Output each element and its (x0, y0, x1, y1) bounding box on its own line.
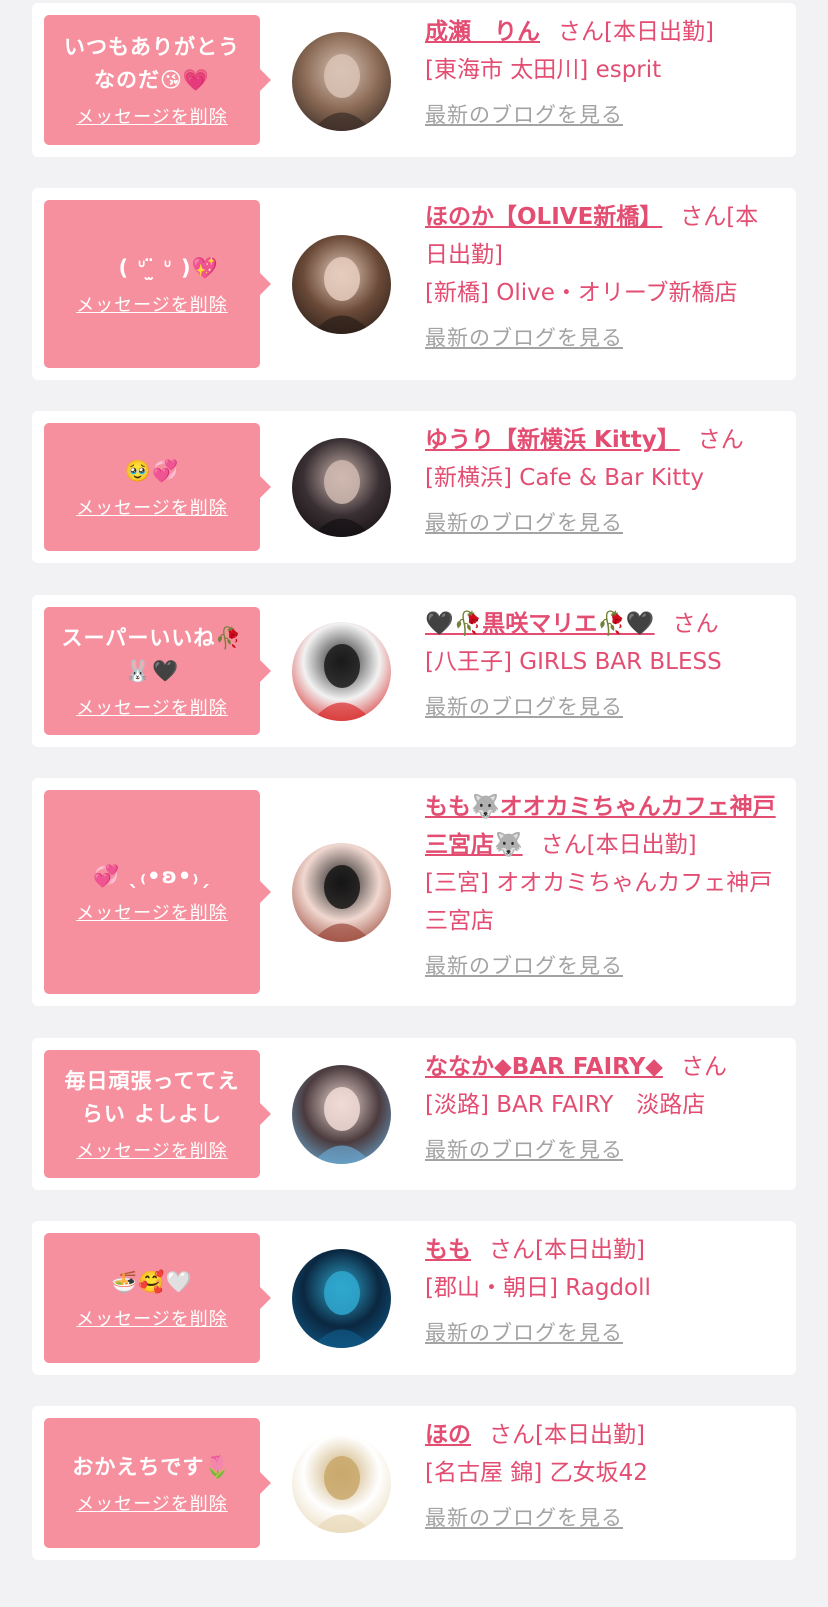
cast-name-line: もも さん[本日出勤] (425, 1231, 780, 1269)
cast-info: 🖤🥀黒咲マリエ🥀🖤 さん [八王子] GIRLS BAR BLESS 最新のブログ… (425, 605, 780, 721)
latest-blog-link[interactable]: 最新のブログを見る (425, 1317, 623, 1347)
message-bubble: いつもありがとうなのだ😘💗 メッセージを削除 (44, 15, 271, 145)
avatar[interactable] (292, 32, 391, 131)
delete-message-link[interactable]: メッセージを削除 (76, 103, 228, 129)
honorific: さん (489, 1422, 535, 1448)
avatar[interactable] (292, 843, 391, 942)
message-bubble: 毎日頑張っててえらい よしよし メッセージを削除 (44, 1050, 271, 1178)
cast-name-line: ほのか【OLIVE新橋】 さん[本日出勤] (425, 198, 780, 274)
message-bubble: スーパーいいね🥀🐰🖤 メッセージを削除 (44, 607, 271, 735)
latest-blog-link[interactable]: 最新のブログを見る (425, 950, 623, 980)
delete-message-link[interactable]: メッセージを削除 (76, 694, 228, 720)
cast-name-line: ななか◆BAR FAIRY◆ さん (425, 1048, 780, 1086)
latest-blog-link[interactable]: 最新のブログを見る (425, 691, 623, 721)
avatar[interactable] (292, 235, 391, 334)
avatar[interactable] (292, 438, 391, 537)
message-text: 🍜🥰🤍 (111, 1269, 193, 1294)
cast-name-link[interactable]: ほのか【OLIVE新橋】 (425, 204, 662, 230)
attendance-status: [本日出勤] (535, 1237, 645, 1263)
cast-name-link[interactable]: もも (425, 1237, 471, 1263)
cast-name-line: 成瀬 りん さん[本日出勤] (425, 13, 780, 51)
message-text: 毎日頑張っててえらい よしよし (64, 1069, 240, 1126)
message-bubble: おかえちです🌷 メッセージを削除 (44, 1418, 271, 1548)
honorific: さん (540, 832, 587, 858)
shop-name: [八王子] GIRLS BAR BLESS (425, 649, 722, 675)
shop-name: [東海市 太田川] esprit (425, 57, 662, 83)
delete-message-link[interactable]: メッセージを削除 (76, 899, 228, 925)
message-text: 🥹💞 (124, 458, 180, 483)
cast-name-line: ゆうり【新横浜 Kitty】 さん (425, 421, 780, 459)
attendance-status: [本日出勤] (535, 1422, 645, 1448)
latest-blog-link[interactable]: 最新のブログを見る (425, 99, 623, 129)
latest-blog-link[interactable]: 最新のブログを見る (425, 1134, 623, 1164)
shop-name: [新橋] Olive・オリーブ新橋店 (425, 280, 738, 306)
message-card: 🍜🥰🤍 メッセージを削除 もも さん[本日出勤] [郡山・朝日] Ragdoll… (32, 1221, 796, 1375)
honorific: さん (558, 19, 604, 45)
message-text: スーパーいいね🥀🐰🖤 (61, 626, 243, 683)
message-text: いつもありがとうなのだ😘💗 (64, 35, 240, 92)
message-card: 🥹💞 メッセージを削除 ゆうり【新横浜 Kitty】 さん [新横浜] Cafe… (32, 411, 796, 563)
delete-message-link[interactable]: メッセージを削除 (76, 494, 228, 520)
message-list: いつもありがとうなのだ😘💗 メッセージを削除 成瀬 りん さん[本日出勤] [東… (0, 0, 828, 1607)
attendance-status: [本日出勤] (586, 832, 697, 858)
cast-info: ほの さん[本日出勤] [名古屋 錦] 乙女坂42 最新のブログを見る (425, 1416, 780, 1532)
cast-name-link[interactable]: ゆうり【新横浜 Kitty】 (425, 427, 680, 453)
message-card: おかえちです🌷 メッセージを削除 ほの さん[本日出勤] [名古屋 錦] 乙女坂… (32, 1406, 796, 1560)
honorific: さん (680, 204, 727, 230)
message-card: スーパーいいね🥀🐰🖤 メッセージを削除 🖤🥀黒咲マリエ🥀🖤 さん [八王子] G… (32, 595, 796, 747)
message-bubble: 🥹💞 メッセージを削除 (44, 423, 271, 551)
cast-info: ゆうり【新横浜 Kitty】 さん [新横浜] Cafe & Bar Kitty … (425, 421, 780, 537)
message-bubble: 💞 ˎ₍•ʚ•₎ˏ メッセージを削除 (44, 790, 271, 994)
latest-blog-link[interactable]: 最新のブログを見る (425, 1502, 623, 1532)
message-card: 💞 ˎ₍•ʚ•₎ˏ メッセージを削除 もも🐺オオカミちゃんカフェ神戸三宮店🐺 さ… (32, 778, 796, 1006)
delete-message-link[interactable]: メッセージを削除 (76, 1490, 228, 1516)
shop-name: [名古屋 錦] 乙女坂42 (425, 1460, 648, 1486)
shop-name: [三宮] オオカミちゃんカフェ神戸三宮店 (425, 870, 773, 934)
cast-info: もも さん[本日出勤] [郡山・朝日] Ragdoll 最新のブログを見る (425, 1231, 780, 1347)
honorific: さん (672, 611, 719, 637)
attendance-status: [本日出勤] (604, 19, 714, 45)
cast-name-line: 🖤🥀黒咲マリエ🥀🖤 さん (425, 605, 780, 643)
cast-name-link[interactable]: ななか◆BAR FAIRY◆ (425, 1054, 663, 1080)
cast-name-link[interactable]: 成瀬 りん (425, 19, 540, 45)
latest-blog-link[interactable]: 最新のブログを見る (425, 507, 623, 537)
message-text: 💞 ˎ₍•ʚ•₎ˏ (93, 863, 211, 888)
latest-blog-link[interactable]: 最新のブログを見る (425, 322, 623, 352)
delete-message-link[interactable]: メッセージを削除 (76, 1137, 228, 1163)
honorific: さん (489, 1237, 535, 1263)
cast-name-link[interactable]: 🖤🥀黒咲マリエ🥀🖤 (425, 611, 655, 637)
honorific: さん (680, 1054, 727, 1080)
cast-name-link[interactable]: ほの (425, 1422, 471, 1448)
message-text: おかえちです🌷 (72, 1454, 232, 1479)
avatar[interactable] (292, 622, 391, 721)
shop-name: [淡路] BAR FAIRY 淡路店 (425, 1092, 706, 1118)
delete-message-link[interactable]: メッセージを削除 (76, 1305, 228, 1331)
avatar[interactable] (292, 1065, 391, 1164)
cast-info: もも🐺オオカミちゃんカフェ神戸三宮店🐺 さん[本日出勤] [三宮] オオカミちゃん… (425, 788, 780, 980)
cast-info: ほのか【OLIVE新橋】 さん[本日出勤] [新橋] Olive・オリーブ新橋店 … (425, 198, 780, 352)
avatar[interactable] (292, 1249, 391, 1348)
message-bubble: 🍜🥰🤍 メッセージを削除 (44, 1233, 271, 1363)
message-card: いつもありがとうなのだ😘💗 メッセージを削除 成瀬 りん さん[本日出勤] [東… (32, 3, 796, 157)
message-card: ‪ ‪ ‪ ‪ ‪( ᐡ ̫̈ ᐡ )💖 メッセージを削除 ほのか【OLIV (32, 188, 796, 380)
delete-message-link[interactable]: メッセージを削除 (76, 291, 228, 317)
cast-name-line: ほの さん[本日出勤] (425, 1416, 780, 1454)
cast-info: ななか◆BAR FAIRY◆ さん [淡路] BAR FAIRY 淡路店 最新のブ… (425, 1048, 780, 1164)
shop-name: [郡山・朝日] Ragdoll (425, 1275, 651, 1301)
message-bubble: ‪ ‪ ‪ ‪ ‪( ᐡ ̫̈ ᐡ )💖 メッセージを削除 (44, 200, 271, 368)
avatar[interactable] (292, 1434, 391, 1533)
shop-name: [新横浜] Cafe & Bar Kitty (425, 465, 704, 491)
message-text: ‪ ‪ ‪ ‪ ‪( ᐡ ̫̈ ᐡ )💖 (85, 255, 219, 280)
message-card: 毎日頑張っててえらい よしよし メッセージを削除 ななか◆BAR FAIRY◆ (32, 1038, 796, 1190)
cast-info: 成瀬 りん さん[本日出勤] [東海市 太田川] esprit 最新のブログを見る (425, 13, 780, 129)
cast-name-line: もも🐺オオカミちゃんカフェ神戸三宮店🐺 さん[本日出勤] (425, 788, 780, 864)
honorific: さん (697, 427, 744, 453)
